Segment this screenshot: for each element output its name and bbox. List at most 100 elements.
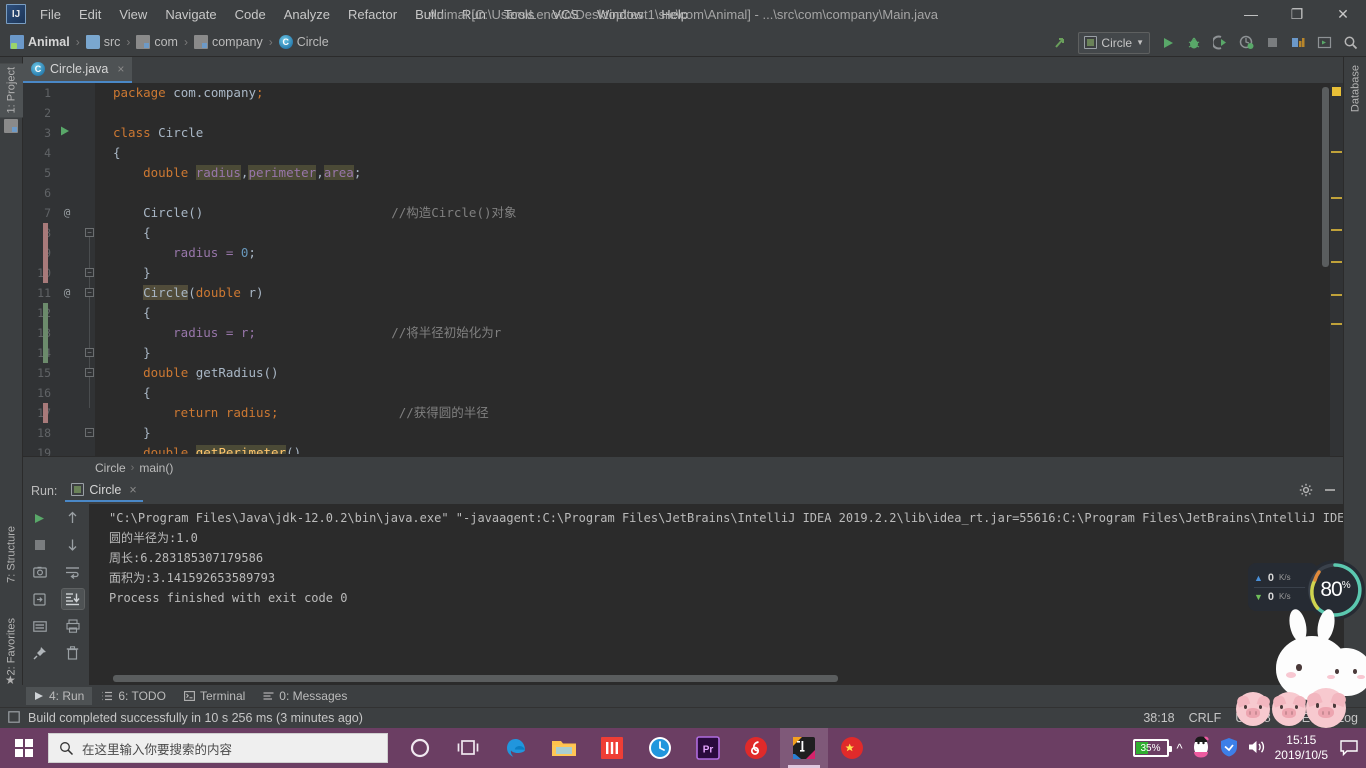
code-line[interactable]: double radius,perimeter,area; <box>143 163 361 183</box>
pin-tab-button[interactable] <box>29 643 51 663</box>
vcs-change-marker[interactable] <box>43 343 48 363</box>
menu-edit[interactable]: Edit <box>71 3 109 26</box>
breadcrumb-item-circle[interactable]: C Circle <box>275 33 333 51</box>
file-encoding[interactable]: UTF-8 <box>1235 711 1270 725</box>
vcs-change-marker[interactable] <box>43 263 48 283</box>
fold-collapse-icon[interactable]: − <box>85 428 94 437</box>
menu-run[interactable]: Run <box>454 3 494 26</box>
close-icon[interactable]: × <box>117 62 124 76</box>
premiere-pro-icon[interactable]: Pr <box>684 728 732 768</box>
breadcrumb-class[interactable]: Circle <box>95 461 126 475</box>
source-code[interactable]: package com.company; class Circle {double … <box>95 83 1343 477</box>
code-line[interactable]: } <box>143 343 151 363</box>
menu-view[interactable]: View <box>111 3 155 26</box>
breadcrumb-item-animal[interactable]: Animal <box>6 33 74 51</box>
code-line[interactable]: Circle(double r) <box>143 283 264 303</box>
menu-build[interactable]: Build <box>407 3 452 26</box>
menu-help[interactable]: Help <box>653 3 696 26</box>
menu-vcs[interactable]: VCS <box>544 3 587 26</box>
vcs-change-marker[interactable] <box>43 303 48 323</box>
sidebar-item-structure[interactable]: 7: Structure <box>0 522 23 587</box>
file-explorer-icon[interactable] <box>540 728 588 768</box>
sidebar-item-favorites[interactable]: 2: Favorites <box>0 614 23 679</box>
run-gutter-icon[interactable] <box>59 125 75 141</box>
stop-button[interactable] <box>29 535 51 555</box>
code-line[interactable]: } <box>143 423 151 443</box>
vcs-change-marker[interactable] <box>43 243 48 263</box>
menu-window[interactable]: Window <box>589 3 651 26</box>
intellij-idea-icon[interactable] <box>780 728 828 768</box>
menu-code[interactable]: Code <box>227 3 274 26</box>
tool-window-todo[interactable]: 6: TODO <box>94 687 174 705</box>
rerun-button[interactable] <box>29 508 51 528</box>
line-separator[interactable]: CRLF <box>1189 711 1222 725</box>
console-output[interactable]: "C:\Program Files\Java\jdk-12.0.2\bin\ja… <box>89 504 1343 685</box>
run-button[interactable] <box>1156 31 1180 55</box>
run-with-coverage-button[interactable] <box>1208 31 1232 55</box>
error-stripe[interactable] <box>1330 83 1343 477</box>
run-tab-circle[interactable]: Circle × <box>65 481 143 502</box>
export-button[interactable] <box>29 589 51 609</box>
update-project-button[interactable] <box>1048 31 1072 55</box>
fold-collapse-icon[interactable]: − <box>85 268 94 277</box>
hide-panel-icon[interactable] <box>1323 483 1337 500</box>
close-icon[interactable]: × <box>129 483 136 497</box>
notification-center-icon[interactable] <box>1336 728 1362 768</box>
menu-file[interactable]: File <box>32 3 69 26</box>
security-shield-icon[interactable] <box>1219 737 1239 760</box>
code-line[interactable]: Circle() <box>143 203 203 223</box>
tool-window-messages[interactable]: 0: Messages <box>255 687 355 705</box>
code-line[interactable]: class Circle <box>113 123 203 143</box>
sidebar-item-project[interactable]: 1: Project <box>0 63 23 118</box>
volume-icon[interactable] <box>1247 738 1267 759</box>
scroll-to-end-button[interactable] <box>60 588 85 610</box>
menu-refactor[interactable]: Refactor <box>340 3 405 26</box>
code-line[interactable]: { <box>143 223 151 243</box>
caret-position[interactable]: 38:18 <box>1143 711 1174 725</box>
console-horizontal-scrollbar[interactable] <box>113 675 838 682</box>
clock[interactable]: 15:15 2019/10/5 <box>1275 733 1328 763</box>
menu-tools[interactable]: Tools <box>496 3 542 26</box>
print-settings-button[interactable] <box>29 616 51 636</box>
breadcrumb-item-company[interactable]: company <box>190 33 267 51</box>
scroll-up-button[interactable] <box>62 508 84 528</box>
cpu-usage-ring-widget[interactable]: 80% <box>1305 560 1365 620</box>
search-input[interactable]: 在这里输入你要搜索的内容 <box>48 733 388 763</box>
search-everywhere-icon[interactable] <box>1338 31 1362 55</box>
override-gutter-icon[interactable]: @ <box>59 285 75 301</box>
code-line[interactable]: return radius; <box>173 403 278 423</box>
maximize-button[interactable]: ❐ <box>1274 0 1320 28</box>
netease-music-icon[interactable] <box>732 728 780 768</box>
clock-app-icon[interactable] <box>636 728 684 768</box>
tool-window-run[interactable]: 4: Run <box>26 687 93 705</box>
show-hidden-icons-chevron-up-icon[interactable]: ^ <box>1177 741 1183 756</box>
code-line[interactable]: radius = r; <box>173 323 256 343</box>
minimize-button[interactable]: — <box>1228 0 1274 28</box>
soft-wrap-button[interactable] <box>62 562 84 582</box>
code-folding-column[interactable]: − − − − − − <box>85 83 95 477</box>
code-line[interactable]: { <box>143 383 151 403</box>
close-button[interactable]: ✕ <box>1320 0 1366 28</box>
menu-navigate[interactable]: Navigate <box>157 3 224 26</box>
fold-expand-icon[interactable]: − <box>85 228 94 237</box>
code-line[interactable]: radius = 0; <box>173 243 256 263</box>
menu-analyze[interactable]: Analyze <box>276 3 338 26</box>
code-canvas[interactable]: 1234567@891011@1213141516171819 −−−−−− p… <box>23 83 1343 477</box>
sidebar-item-database[interactable]: Database <box>1344 61 1366 116</box>
inspection-status-icon[interactable] <box>1332 87 1341 96</box>
start-button[interactable] <box>0 728 48 768</box>
code-line[interactable]: { <box>143 303 151 323</box>
screenshot-button[interactable] <box>29 562 51 582</box>
override-gutter-icon[interactable]: @ <box>59 205 75 221</box>
breadcrumb-item-com[interactable]: com <box>132 33 182 51</box>
fold-collapse-icon[interactable]: − <box>85 348 94 357</box>
code-line[interactable]: double getPerimeter() <box>143 443 301 454</box>
debug-button[interactable] <box>1182 31 1206 55</box>
editor-scrollbar[interactable] <box>1322 87 1329 267</box>
editor-tab-circle-java[interactable]: C Circle.java × <box>23 57 133 83</box>
tool-window-terminal[interactable]: Terminal <box>176 687 253 705</box>
code-line[interactable]: package com.company; <box>113 83 264 103</box>
code-line[interactable]: { <box>113 143 121 163</box>
breadcrumb-method[interactable]: main() <box>139 461 173 475</box>
battery-indicator[interactable]: 35% <box>1132 739 1172 757</box>
